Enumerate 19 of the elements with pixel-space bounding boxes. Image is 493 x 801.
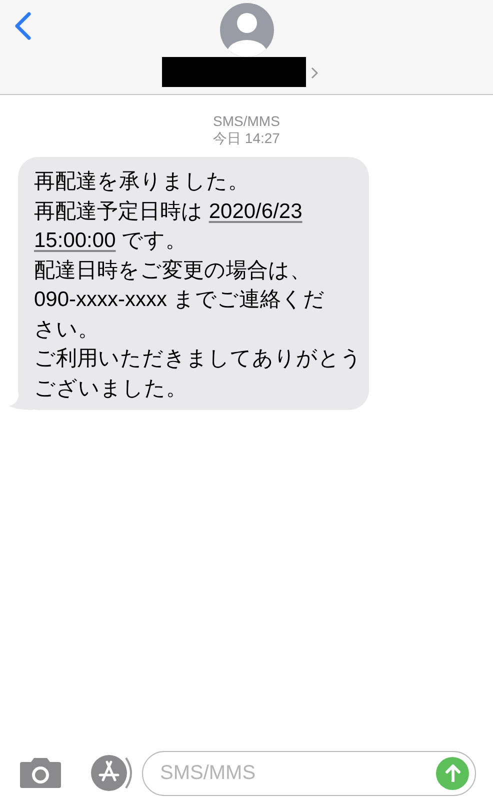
message-text: です。	[120, 228, 187, 254]
camera-icon[interactable]	[19, 757, 62, 789]
service-label: SMS/MMS	[213, 113, 280, 130]
message-line: さい。	[34, 316, 100, 342]
message-line: 090-xxxx-xxxx までご連絡くだ	[34, 287, 326, 313]
date-link[interactable]: 2020/6/23	[208, 196, 302, 226]
text-input[interactable]: SMS/MMS	[160, 758, 436, 788]
message-line: ございました。	[34, 376, 188, 402]
arrow-up-icon	[444, 764, 460, 782]
timestamp: 今日 14:27	[213, 130, 280, 147]
message-line: 再配達を承りました。	[34, 169, 250, 195]
back-icon[interactable]	[13, 12, 33, 40]
message-line: ご利用いただきましてありがとう	[34, 346, 361, 372]
message-text: 再配達予定日時は	[34, 198, 204, 224]
chevron-icon[interactable]	[311, 67, 319, 79]
date-link[interactable]: 15:00:00	[34, 226, 116, 256]
message-line: 配達日時をご変更の場合は、	[34, 258, 312, 284]
message-field[interactable]: SMS/MMS	[142, 750, 476, 796]
send-button[interactable]	[436, 756, 469, 790]
